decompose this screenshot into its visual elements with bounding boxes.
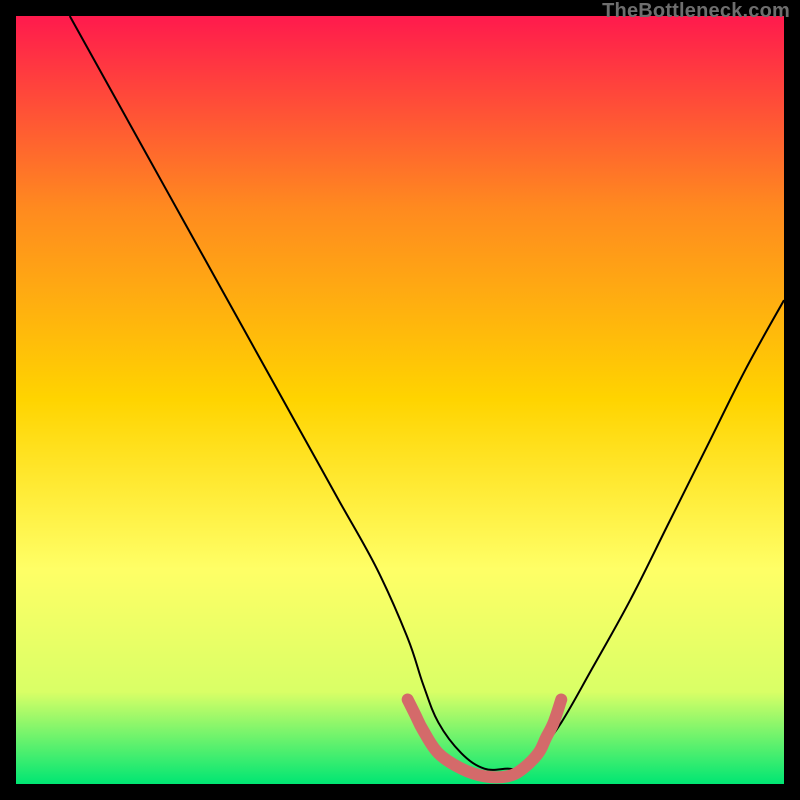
bottleneck-chart [16,16,784,784]
chart-frame: TheBottleneck.com [0,0,800,800]
watermark: TheBottleneck.com [602,0,790,23]
gradient-bg [16,16,784,784]
